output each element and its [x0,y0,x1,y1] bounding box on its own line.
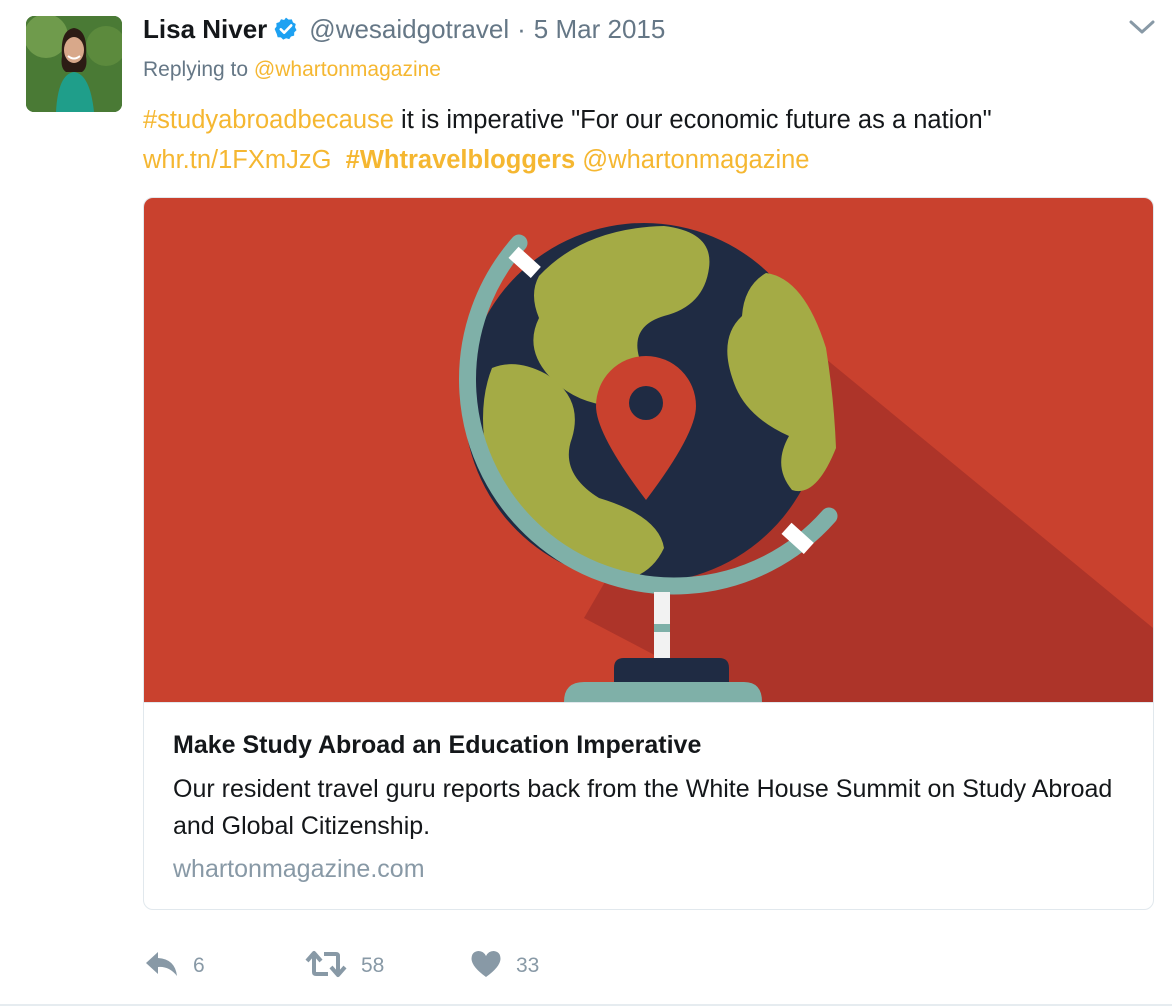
tweet-text: #studyabroadbecause it is imperative "Fo… [143,100,1143,180]
tweet: Lisa Niver @wesaidgotravel · 5 Mar 2015 … [0,0,1172,1006]
author-name[interactable]: Lisa Niver [143,14,267,45]
retweet-button[interactable]: 58 [305,944,384,988]
like-count: 33 [516,954,540,977]
tweet-header: Lisa Niver @wesaidgotravel · 5 Mar 2015 [143,12,665,46]
card-domain: whartonmagazine.com [173,855,425,883]
tweet-text-line-2: whr.tn/1FXmJzG #Whtravelbloggers @wharto… [143,140,1143,180]
mention-whartonmagazine[interactable]: @whartonmagazine [582,146,809,174]
replying-to-mention[interactable]: @whartonmagazine [254,58,441,81]
verified-badge-icon [273,16,299,42]
author-handle[interactable]: @wesaidgotravel [309,14,509,45]
card-body: Make Study Abroad an Education Imperativ… [144,702,1153,909]
like-button[interactable]: 33 [470,944,539,988]
reply-button[interactable]: 6 [145,944,205,988]
retweet-icon [305,950,347,983]
tweet-body-text: it is imperative "For our economic futur… [393,106,992,134]
reply-icon [145,951,179,982]
globe-stand-post [654,583,670,658]
retweet-count: 58 [361,954,385,977]
avatar-image [26,16,122,112]
link-card[interactable]: Make Study Abroad an Education Imperativ… [143,197,1154,910]
heart-icon [470,950,502,983]
tweet-link[interactable]: whr.tn/1FXmJzG [143,146,331,174]
tweet-text-line-1: #studyabroadbecause it is imperative "Fo… [143,100,1143,140]
reply-count: 6 [193,954,205,977]
card-title: Make Study Abroad an Education Imperativ… [173,731,702,759]
tweet-date[interactable]: 5 Mar 2015 [534,14,666,45]
hashtag-whtravelbloggers[interactable]: #Whtravelbloggers [346,146,576,174]
card-image-globe-illustration [144,198,1153,702]
card-description: Our resident travel guru reports back fr… [173,775,1113,840]
hashtag-studyabroadbecause[interactable]: #studyabroadbecause [143,106,394,134]
globe-stand-plate [564,682,762,702]
avatar[interactable] [26,16,122,112]
chevron-down-icon[interactable] [1128,16,1156,38]
header-separator: · [517,13,526,44]
replying-to-label: Replying to [143,58,249,81]
replying-to: Replying to @whartonmagazine [143,58,441,82]
